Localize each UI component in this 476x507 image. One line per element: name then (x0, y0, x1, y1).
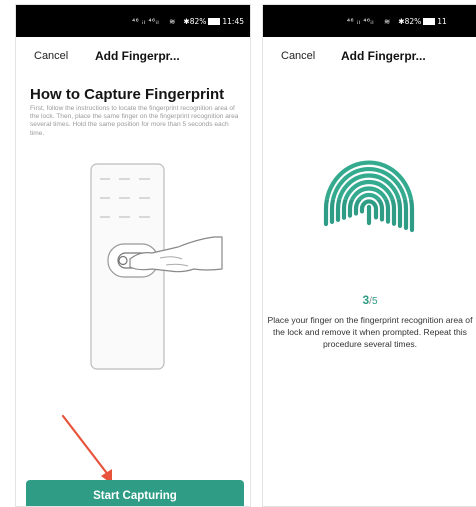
signal-strength: ⁴⁶ ᵢₗ ⁴⁶ᵢₗ (132, 16, 160, 26)
fingerprint-icon (323, 160, 415, 233)
start-capturing-button[interactable]: Start Capturing (26, 480, 244, 506)
capture-heading: How to Capture Fingerprint (30, 86, 225, 103)
page-title: Add Fingerpr... (341, 49, 426, 63)
battery-percent: 82% (189, 16, 207, 26)
status-time: 11:45 (222, 16, 244, 26)
progress-total: 5 (371, 296, 378, 307)
capture-progress-screen: ⁴⁶ ᵢₗ ⁴⁶ᵢₗ ≋ ✱ 82% 11 Cancel Add Fingerp… (262, 4, 476, 507)
status-bar: ⁴⁶ ᵢₗ ⁴⁶ᵢₗ ≋ ✱ 82% 11 (263, 5, 476, 37)
nav-bar: Cancel Add Fingerpr... (16, 37, 250, 75)
status-time: 11 (437, 16, 447, 26)
signal-strength: ⁴⁶ ᵢₗ ⁴⁶ᵢₗ (347, 16, 374, 26)
battery-percent: 82% (404, 16, 422, 26)
how-to-capture-screen: ⁴⁶ ᵢₗ ⁴⁶ᵢₗ ≋ ✱ 82% 11:45 Cancel Add Fing… (15, 4, 251, 507)
nav-bar: Cancel Add Fingerpr... (263, 37, 476, 75)
placement-instruction: Place your finger on the fingerprint rec… (267, 315, 473, 350)
capture-progress: 3/5 (263, 293, 476, 307)
wifi-icon: ≋ (383, 16, 391, 26)
page-title: Add Fingerpr... (95, 49, 180, 63)
arrow-pointer-icon (61, 414, 112, 484)
battery-icon (423, 17, 436, 25)
status-bar: ⁴⁶ ᵢₗ ⁴⁶ᵢₗ ≋ ✱ 82% 11:45 (16, 5, 250, 37)
cancel-button[interactable]: Cancel (281, 50, 315, 62)
lock-illustration (90, 163, 223, 370)
battery-icon (208, 17, 221, 25)
cancel-button[interactable]: Cancel (34, 50, 68, 62)
wifi-icon: ≋ (169, 16, 176, 26)
capture-instructions: First, follow the instructions to locate… (30, 105, 239, 137)
